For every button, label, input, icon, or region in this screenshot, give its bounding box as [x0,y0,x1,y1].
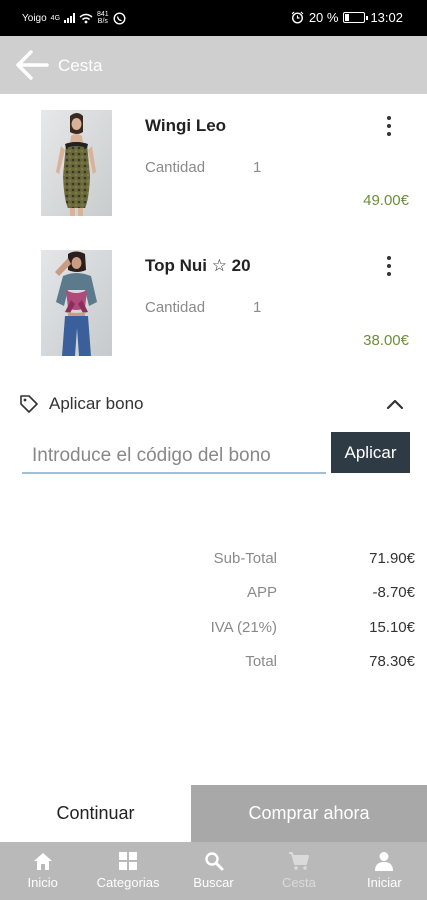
battery-icon [343,12,369,23]
summary-label: APP [246,584,277,601]
page-title: Cesta [58,56,103,75]
network-type: 4G [50,14,61,22]
buy-now-button[interactable]: Comprar ahora [191,785,427,842]
status-right: 20 % 13:02 [291,10,403,25]
summary-value: 15.10€ [369,619,415,636]
nav-label: Categorias [96,875,160,890]
nav-item-categories[interactable]: Categorias [85,842,170,900]
data-speed-unit: B/s [97,18,108,25]
summary-label: IVA (21%) [210,619,277,636]
product-image[interactable] [41,250,112,356]
product-name[interactable]: Wingi Leo [145,116,226,136]
battery-percent: 20 % [308,10,339,25]
summary-label: Sub-Total [213,550,277,567]
more-options-icon[interactable] [378,114,400,138]
data-speed: 841 B/s [97,11,109,25]
more-options-icon[interactable] [378,254,400,278]
tag-icon [20,395,38,413]
coupon-label: Aplicar bono [49,394,144,413]
home-icon [33,853,52,870]
status-bar: Yoigo 4G 841 B/s 20 % 13:02 [0,0,427,36]
product-name[interactable]: Top Nui ☆ 20 [145,256,251,276]
product-price: 49.00€ [363,192,409,209]
summary-row: IVA (21%) 15.10€ [0,617,427,639]
nav-label: Inicio [27,875,58,890]
product-price: 38.00€ [363,332,409,349]
clock: 13:02 [370,10,403,25]
product-image[interactable] [41,110,112,216]
summary-row: APP -8.70€ [0,582,427,604]
whatsapp-icon [113,11,126,25]
signal-icon [64,13,76,23]
nav-item-home[interactable]: Inicio [0,842,85,900]
nav-label: Cesta [281,875,316,890]
quantity-label: Cantidad [145,299,206,316]
coupon-code-input[interactable] [22,434,326,474]
nav-label: Buscar [193,875,234,890]
back-arrow-icon[interactable] [14,49,50,81]
nav-item-cart[interactable]: Cesta [256,842,341,900]
coupon-toggle[interactable]: Aplicar bono [0,388,427,420]
user-icon [375,852,394,871]
grid-icon [119,852,138,870]
quantity-value: 1 [253,299,262,316]
app-header: Cesta [0,36,427,94]
data-speed-value: 841 [97,11,109,18]
quantity-label: Cantidad [145,159,206,176]
summary-row: Total 78.30€ [0,651,427,673]
continue-shopping-button[interactable]: Continuar [0,785,191,842]
chevron-up-icon[interactable] [385,396,405,412]
summary-value: 71.90€ [369,550,415,567]
summary-value: 78.30€ [369,653,415,670]
bottom-nav: Inicio Categorias Buscar Cesta Iniciar [0,842,427,900]
status-left: Yoigo 4G 841 B/s [22,11,126,25]
wifi-icon [79,13,93,23]
cart-item: Top Nui ☆ 20 Cantidad 1 38.00€ [0,248,427,368]
carrier-name: Yoigo [22,12,47,24]
alarm-icon [291,11,304,24]
summary-row: Sub-Total 71.90€ [0,548,427,570]
search-icon [204,852,224,871]
summary-value: -8.70€ [372,584,415,601]
cart-item: Wingi Leo Cantidad 1 49.00€ [0,108,427,228]
nav-label: Iniciar [366,875,402,890]
summary-label: Total [245,653,277,670]
quantity-value: 1 [253,159,262,176]
nav-item-login[interactable]: Iniciar [342,842,427,900]
cart-icon [288,852,309,870]
nav-item-search[interactable]: Buscar [171,842,256,900]
apply-coupon-button[interactable]: Aplicar [331,432,410,473]
